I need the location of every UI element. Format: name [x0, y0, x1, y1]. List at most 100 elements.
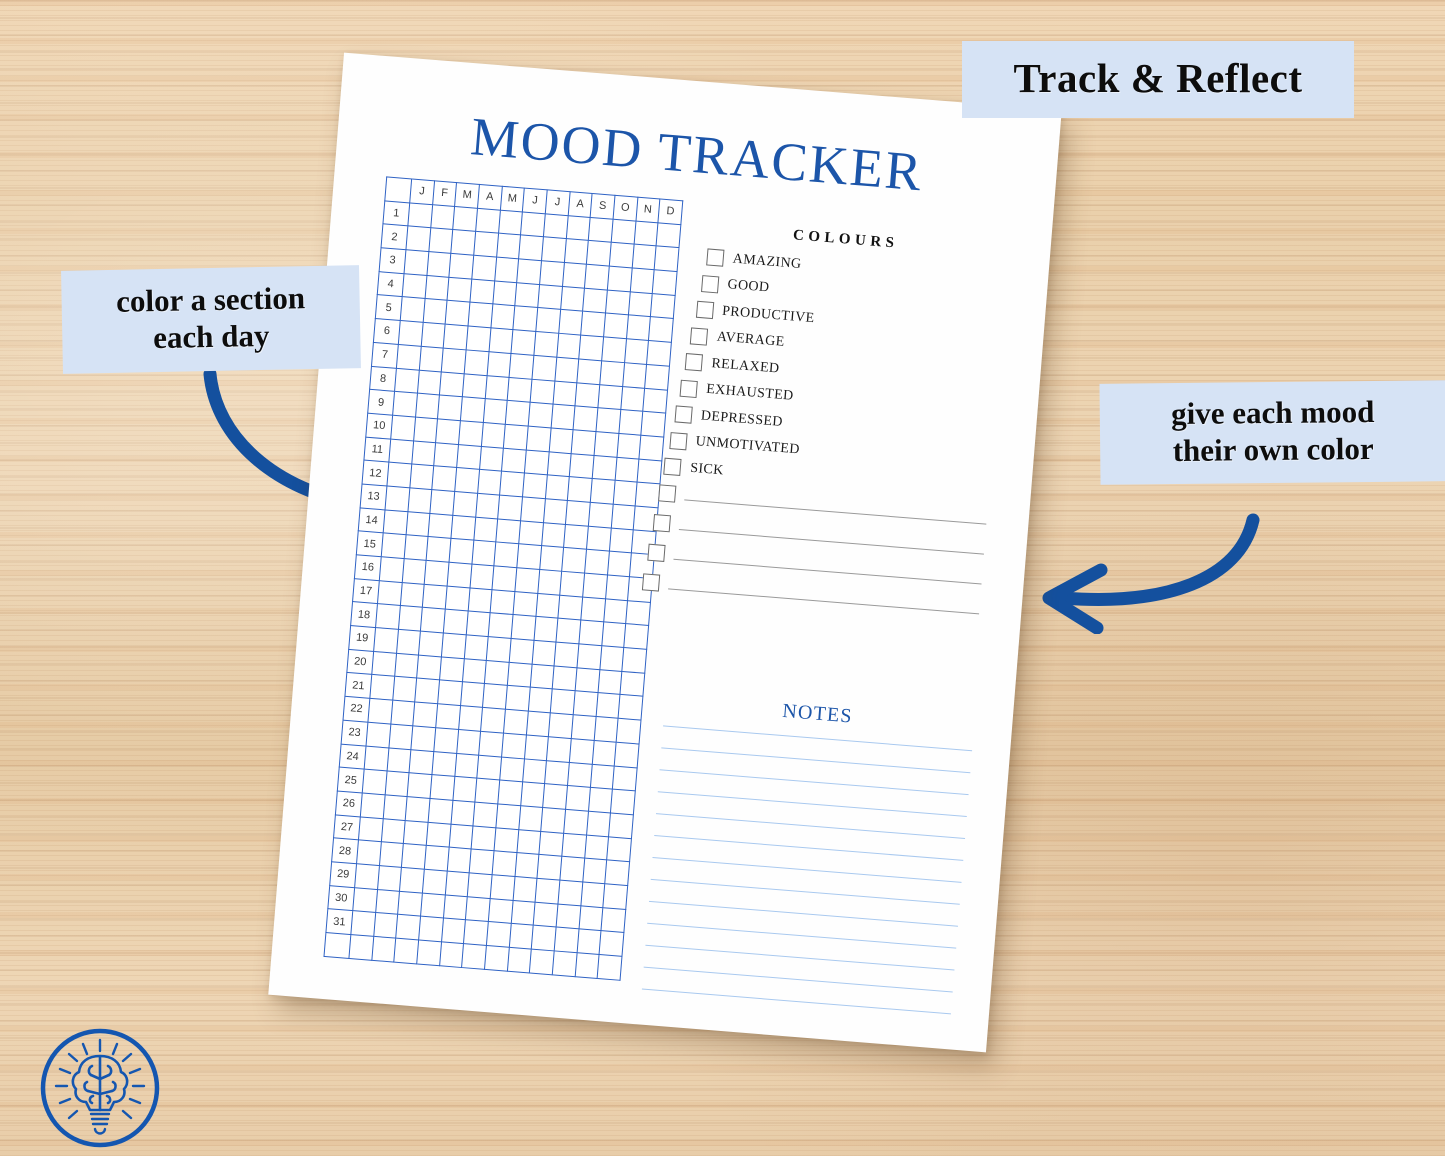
grid-cell[interactable]	[480, 707, 506, 733]
grid-cell[interactable]	[486, 351, 512, 377]
grid-cell[interactable]	[584, 834, 609, 861]
grid-cell[interactable]	[358, 816, 383, 842]
grid-cell[interactable]	[478, 731, 504, 757]
grid-cell[interactable]	[443, 324, 468, 350]
grid-cell[interactable]	[599, 360, 625, 387]
grid-cell[interactable]	[449, 253, 474, 279]
grid-cell[interactable]	[419, 346, 444, 372]
grid-cell[interactable]	[475, 778, 500, 804]
grid-cell[interactable]	[450, 800, 476, 826]
grid-cell[interactable]	[390, 700, 416, 726]
grid-cell[interactable]	[533, 901, 558, 928]
grid-cell[interactable]	[531, 925, 556, 951]
grid-cell[interactable]	[415, 678, 440, 704]
grid-cell[interactable]	[507, 376, 532, 403]
grid-cell[interactable]	[416, 939, 442, 966]
grid-cell[interactable]	[418, 631, 444, 657]
grid-cell[interactable]	[433, 727, 459, 753]
grid-cell[interactable]	[388, 438, 414, 465]
grid-cell[interactable]	[392, 676, 417, 703]
grid-cell[interactable]	[548, 427, 574, 454]
grid-cell[interactable]	[522, 758, 547, 784]
grid-cell[interactable]	[512, 876, 538, 902]
grid-cell[interactable]	[579, 335, 604, 361]
grid-cell[interactable]	[362, 769, 387, 795]
grid-cell[interactable]	[552, 380, 578, 407]
grid-cell[interactable]	[514, 567, 540, 594]
grid-cell[interactable]	[567, 761, 592, 788]
grid-cell[interactable]	[526, 425, 551, 452]
grid-cell[interactable]	[429, 774, 455, 801]
grid-cell[interactable]	[573, 406, 598, 432]
notes-line[interactable]	[654, 835, 964, 861]
grid-cell[interactable]	[560, 286, 585, 312]
grid-cell[interactable]	[629, 267, 655, 294]
grid-cell[interactable]	[608, 812, 634, 839]
grid-cell[interactable]	[563, 809, 589, 835]
grid-cell[interactable]	[437, 680, 463, 706]
grid-cell[interactable]	[556, 618, 581, 644]
grid-cell[interactable]	[384, 771, 410, 797]
grid-cell[interactable]	[463, 920, 489, 946]
grid-cell[interactable]	[493, 827, 519, 853]
grid-cell[interactable]	[552, 950, 577, 977]
grid-cell[interactable]	[350, 910, 376, 937]
grid-cell[interactable]	[411, 440, 436, 466]
grid-cell[interactable]	[407, 202, 433, 229]
grid-cell[interactable]	[473, 801, 498, 828]
grid-cell[interactable]	[386, 747, 412, 773]
grid-cell[interactable]	[447, 277, 472, 303]
grid-cell[interactable]	[601, 336, 627, 363]
grid-cell[interactable]	[404, 249, 429, 276]
grid-cell[interactable]	[616, 718, 641, 744]
grid-cell[interactable]	[597, 384, 623, 410]
grid-cell[interactable]	[605, 289, 630, 316]
grid-cell[interactable]	[526, 711, 551, 737]
grid-cell[interactable]	[484, 660, 510, 686]
grid-cell[interactable]	[637, 458, 662, 485]
grid-cell[interactable]	[430, 489, 455, 515]
grid-cell[interactable]	[428, 513, 453, 539]
grid-cell[interactable]	[431, 751, 457, 777]
grid-cell[interactable]	[499, 756, 525, 782]
grid-cell[interactable]	[424, 845, 449, 871]
grid-cell[interactable]	[584, 264, 610, 290]
grid-cell[interactable]	[593, 431, 619, 457]
grid-cell[interactable]	[396, 629, 421, 655]
grid-cell[interactable]	[556, 333, 581, 359]
grid-cell[interactable]	[614, 456, 640, 483]
grid-cell[interactable]	[565, 215, 591, 241]
grid-cell[interactable]	[403, 820, 429, 846]
grid-cell[interactable]	[460, 396, 485, 423]
grid-cell[interactable]	[561, 547, 587, 574]
colour-checkbox[interactable]	[700, 274, 720, 293]
grid-cell[interactable]	[402, 273, 427, 299]
grid-cell[interactable]	[418, 916, 444, 942]
grid-cell[interactable]	[501, 732, 527, 759]
grid-cell[interactable]	[605, 574, 630, 601]
colour-checkbox[interactable]	[663, 457, 682, 477]
grid-cell[interactable]	[544, 760, 570, 786]
grid-cell[interactable]	[447, 562, 472, 588]
grid-cell[interactable]	[565, 500, 591, 526]
grid-cell[interactable]	[496, 233, 521, 259]
grid-cell[interactable]	[479, 445, 504, 472]
grid-cell[interactable]	[381, 818, 406, 844]
grid-cell[interactable]	[371, 651, 397, 677]
grid-cell[interactable]	[471, 540, 497, 566]
grid-cell[interactable]	[390, 415, 416, 441]
grid-cell[interactable]	[501, 447, 527, 474]
grid-cell[interactable]	[477, 469, 502, 496]
grid-cell[interactable]	[396, 914, 421, 940]
grid-cell[interactable]	[413, 416, 438, 443]
grid-cell[interactable]	[562, 262, 587, 288]
grid-cell[interactable]	[633, 220, 659, 247]
grid-cell[interactable]	[555, 903, 581, 930]
colour-checkbox[interactable]	[658, 483, 677, 503]
grid-cell[interactable]	[461, 943, 487, 970]
grid-cell[interactable]	[463, 634, 489, 661]
grid-cell[interactable]	[460, 682, 485, 708]
grid-cell[interactable]	[571, 429, 596, 456]
grid-cell[interactable]	[599, 930, 624, 957]
grid-cell[interactable]	[424, 275, 450, 301]
